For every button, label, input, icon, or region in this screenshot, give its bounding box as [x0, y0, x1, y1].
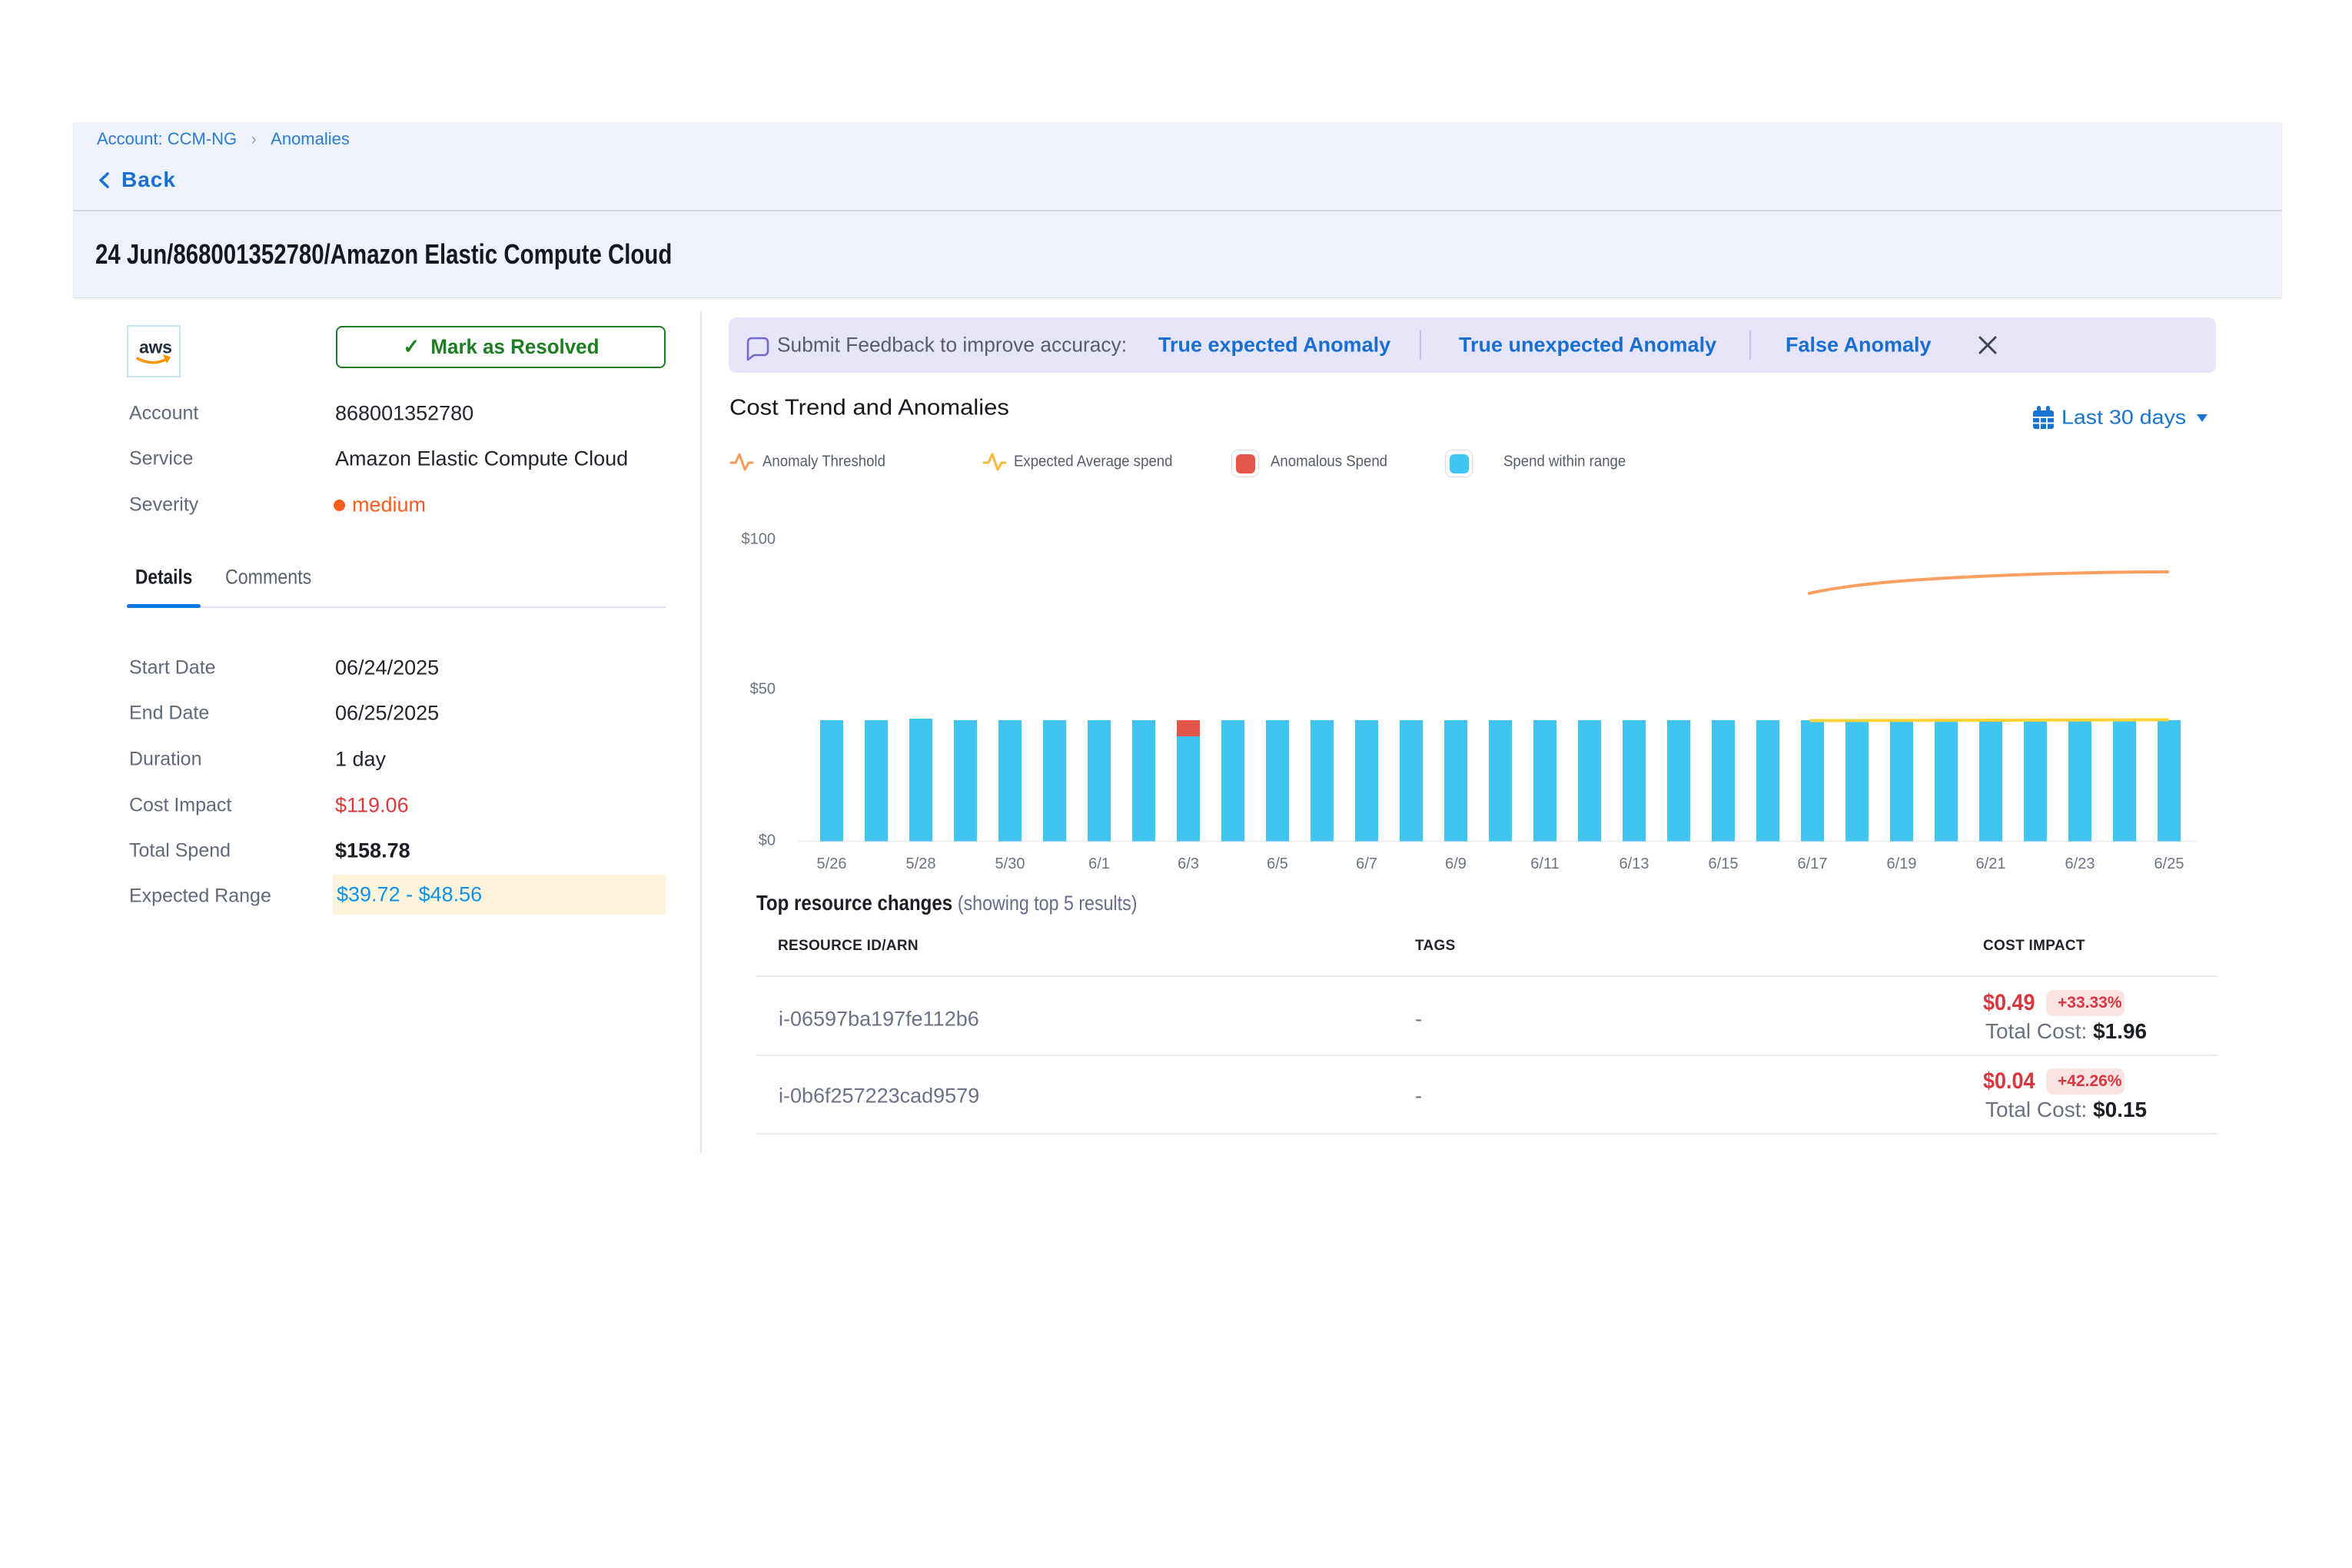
svg-text:6/17: 6/17: [1798, 855, 1828, 872]
svg-text:5/30: 5/30: [995, 855, 1025, 872]
svg-text:6/7: 6/7: [1356, 855, 1377, 872]
svg-text:6/19: 6/19: [1887, 855, 1917, 872]
svg-text:6/3: 6/3: [1178, 855, 1199, 872]
svg-text:6/5: 6/5: [1267, 855, 1288, 872]
svg-text:5/26: 5/26: [817, 855, 847, 872]
svg-text:6/1: 6/1: [1088, 855, 1110, 872]
svg-text:6/13: 6/13: [1619, 855, 1649, 872]
svg-text:5/28: 5/28: [906, 855, 936, 872]
svg-text:6/9: 6/9: [1445, 855, 1467, 872]
svg-text:6/11: 6/11: [1530, 855, 1559, 872]
svg-text:6/15: 6/15: [1709, 855, 1739, 872]
svg-text:6/25: 6/25: [2154, 855, 2184, 872]
svg-text:6/21: 6/21: [1976, 855, 2006, 872]
svg-text:6/23: 6/23: [2065, 855, 2095, 872]
